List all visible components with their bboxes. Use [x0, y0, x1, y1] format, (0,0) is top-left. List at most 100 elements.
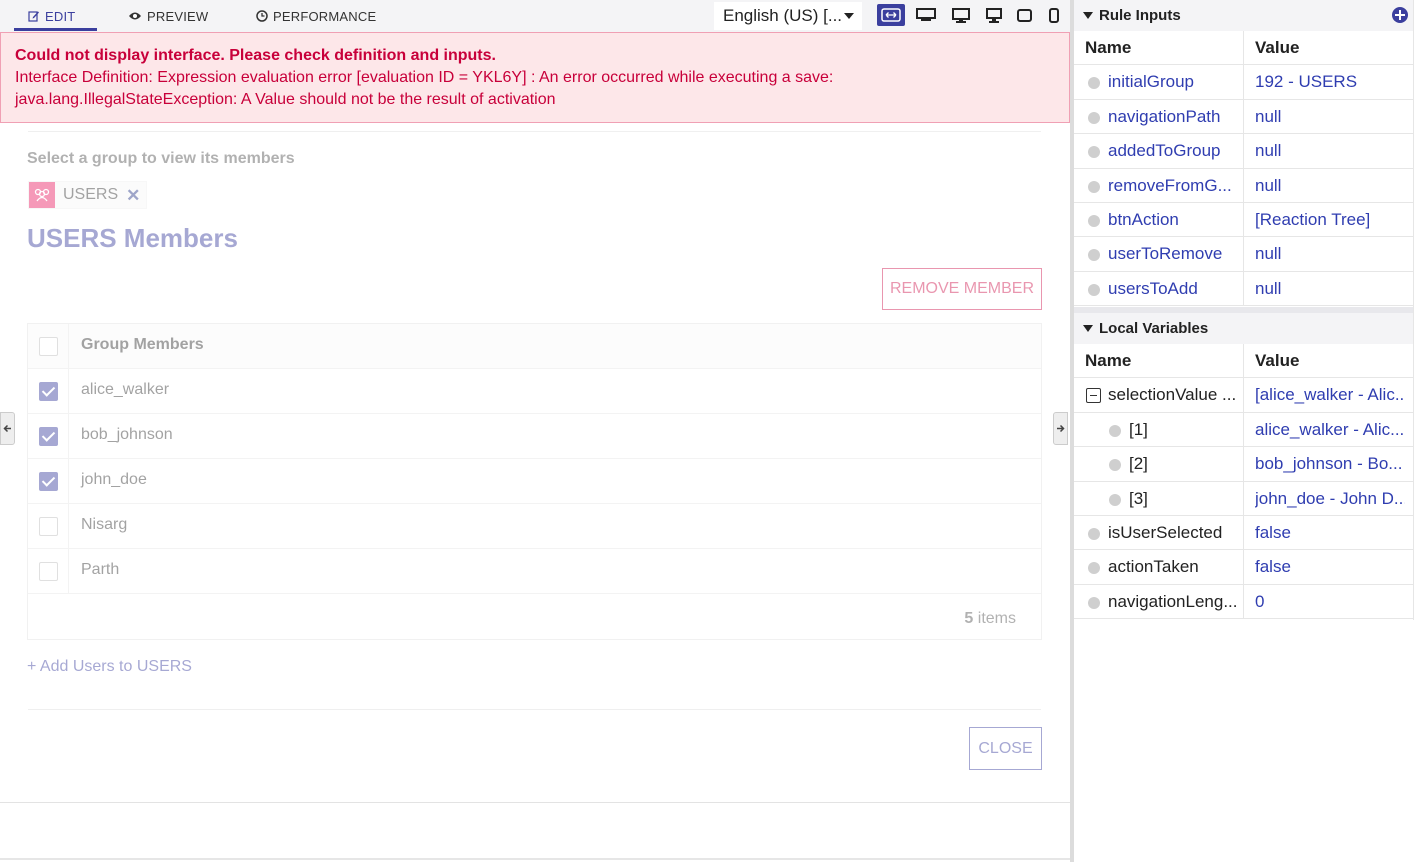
variable-name: navigationLeng... — [1108, 591, 1238, 611]
collapse-left-handle[interactable] — [0, 412, 15, 445]
group-token[interactable]: USERS ✕ — [28, 181, 148, 209]
rule-input-value[interactable]: null — [1255, 107, 1405, 127]
status-dot-icon — [1088, 214, 1100, 227]
tab-performance[interactable]: PERFORMANCE — [256, 0, 376, 32]
column-divider — [68, 504, 69, 548]
column-divider — [1243, 99, 1244, 134]
rule-input-value[interactable]: null — [1255, 244, 1405, 264]
group-members-grid: Group Members alice_walker bob_johnson j… — [27, 323, 1042, 640]
variable-value: [alice_walker - Alic... — [1255, 385, 1405, 405]
table-row[interactable]: removeFromG... null — [1074, 168, 1414, 203]
rule-inputs-title: Rule Inputs — [1099, 7, 1181, 24]
variable-value: alice_walker - Alic... — [1255, 419, 1405, 439]
rule-input-value[interactable]: null — [1255, 176, 1405, 196]
error-title: Could not display interface. Please chec… — [15, 47, 496, 64]
row-checkbox[interactable] — [39, 427, 58, 446]
rule-input-name: usersToAdd — [1108, 278, 1198, 298]
table-row[interactable]: initialGroup 192 - USERS — [1074, 65, 1414, 100]
table-row[interactable]: usersToAdd null — [1074, 271, 1414, 307]
members-heading: USERS Members — [27, 223, 238, 253]
column-divider — [1243, 168, 1244, 202]
laptop-view-button[interactable] — [947, 4, 975, 26]
variable-value: false — [1255, 557, 1291, 577]
column-divider — [1243, 550, 1244, 584]
table-row[interactable]: addedToGroup null — [1074, 134, 1414, 169]
arrow-left-icon — [3, 424, 11, 433]
table-row[interactable]: actionTaken false — [1074, 550, 1414, 585]
fit-width-icon — [881, 8, 901, 22]
active-tab-indicator — [14, 28, 97, 31]
variable-value: john_doe - John D... — [1255, 488, 1405, 508]
member-name: bob_johnson — [81, 426, 173, 443]
table-row[interactable]: Nisarg — [28, 504, 1041, 549]
rule-input-value[interactable]: null — [1255, 141, 1405, 161]
error-banner: Could not display interface. Please chec… — [0, 32, 1070, 123]
table-row[interactable]: userToRemove null — [1074, 237, 1414, 272]
column-divider — [1243, 271, 1244, 306]
error-message-line: Interface Definition: Expression evaluat… — [15, 69, 834, 86]
fit-width-button[interactable] — [877, 4, 905, 26]
arrow-right-icon — [1057, 424, 1065, 433]
variable-value: bob_johnson - Bo... — [1255, 454, 1403, 474]
tablet-view-button[interactable] — [1010, 4, 1038, 26]
name-column-header: Name — [1085, 351, 1132, 370]
table-row[interactable]: [3] john_doe - John D... — [1074, 481, 1414, 516]
rule-input-value[interactable]: 192 - USERS — [1255, 72, 1405, 92]
rule-input-name: userToRemove — [1108, 244, 1223, 264]
table-header-row: Name Value — [1074, 31, 1414, 66]
table-row[interactable]: bob_johnson — [28, 414, 1041, 459]
phone-view-button[interactable] — [1040, 4, 1068, 26]
variable-name: selectionValue ... — [1108, 385, 1237, 405]
grid-item-count: 5 items — [964, 610, 1016, 628]
value-column-header: Value — [1255, 351, 1300, 370]
add-users-link[interactable]: + Add Users to USERS — [27, 658, 192, 676]
local-variables-header[interactable]: Local Variables — [1074, 313, 1414, 344]
expand-right-handle[interactable] — [1053, 412, 1068, 445]
table-row[interactable]: alice_walker — [28, 369, 1041, 414]
status-dot-icon — [1088, 249, 1100, 262]
rule-input-value[interactable]: [Reaction Tree] — [1255, 210, 1405, 230]
column-divider — [68, 459, 69, 503]
table-row[interactable]: selectionValue ... [alice_walker - Alic.… — [1074, 378, 1414, 413]
column-divider — [1243, 515, 1244, 550]
column-divider — [1243, 31, 1244, 65]
rule-input-name: navigationPath — [1108, 106, 1221, 126]
rule-inputs-header[interactable]: Rule Inputs — [1074, 0, 1414, 31]
divider — [28, 709, 1041, 710]
table-row[interactable]: [2] bob_johnson - Bo... — [1074, 447, 1414, 482]
close-icon[interactable]: ✕ — [126, 187, 140, 204]
collapse-icon[interactable] — [1086, 388, 1101, 404]
table-row[interactable]: btnAction [Reaction Tree] — [1074, 202, 1414, 238]
rule-input-value[interactable]: null — [1255, 279, 1405, 299]
remove-member-button[interactable]: REMOVE MEMBER — [882, 268, 1042, 310]
rule-input-name: btnAction — [1108, 209, 1179, 229]
monitor-icon — [952, 7, 970, 23]
close-button[interactable]: CLOSE — [969, 727, 1042, 770]
group-picker-label: Select a group to view its members — [27, 150, 295, 167]
row-checkbox[interactable] — [39, 562, 58, 581]
member-name: Nisarg — [81, 516, 128, 533]
table-row[interactable]: [1] alice_walker - Alic... — [1074, 412, 1414, 448]
table-row[interactable]: navigationPath null — [1074, 99, 1414, 135]
row-checkbox[interactable] — [39, 517, 58, 536]
small-monitor-view-button[interactable] — [980, 4, 1008, 26]
column-divider — [1243, 481, 1244, 515]
table-row[interactable]: isUserSelected false — [1074, 515, 1414, 551]
column-divider — [1243, 378, 1244, 412]
variable-value: 0 — [1255, 591, 1265, 611]
locale-select[interactable]: English (US) [... — [714, 2, 862, 30]
table-row[interactable]: Parth — [28, 549, 1041, 594]
table-row[interactable]: john_doe — [28, 459, 1041, 504]
row-checkbox[interactable] — [39, 472, 58, 491]
caret-down-icon — [844, 13, 854, 19]
row-checkbox[interactable] — [39, 382, 58, 401]
tab-edit-label: EDIT — [45, 8, 76, 24]
member-name: john_doe — [81, 471, 147, 488]
column-divider — [1243, 447, 1244, 481]
variable-index: [1] — [1129, 419, 1148, 439]
add-icon[interactable] — [1392, 7, 1408, 23]
desktop-view-button[interactable] — [912, 4, 940, 26]
select-all-checkbox[interactable] — [39, 337, 58, 356]
tab-preview[interactable]: PREVIEW — [128, 0, 208, 32]
table-row[interactable]: navigationLeng... 0 — [1074, 584, 1414, 620]
